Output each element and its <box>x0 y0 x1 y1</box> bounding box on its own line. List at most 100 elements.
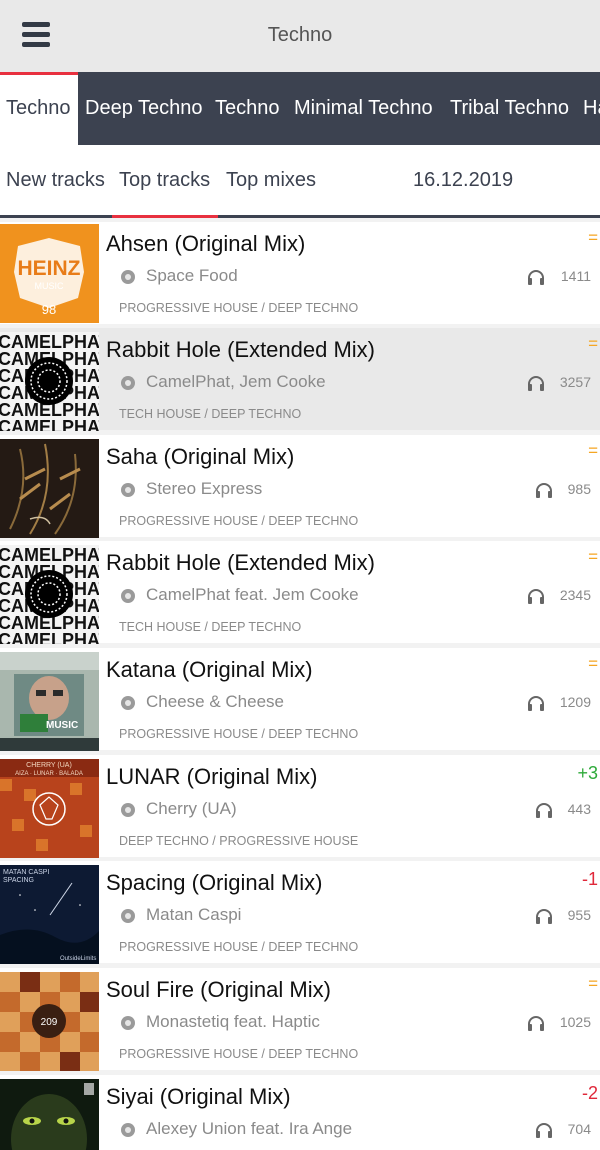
cover-art <box>0 439 99 538</box>
track-title: Saha (Original Mix) <box>106 444 295 469</box>
cover-spacing-label: OutsideLimits <box>60 956 96 962</box>
headphones-icon <box>528 270 544 285</box>
artist-icon <box>121 483 135 497</box>
rank-change: -1 <box>581 869 598 889</box>
rank-change: = <box>588 334 598 353</box>
genre-tab-techno[interactable]: Techno <box>0 72 78 145</box>
track-artist[interactable]: Alexey Union feat. Ira Ange <box>146 1119 352 1139</box>
headphones-icon <box>528 376 544 391</box>
cover-spacing-artist: MATAN CASPI <box>3 869 49 876</box>
rank-change: -2 <box>581 1083 598 1103</box>
play-count: 2345 <box>559 587 591 603</box>
play-count: 443 <box>567 801 591 817</box>
cover-heinz-subtext: MUSIC <box>35 281 65 291</box>
cover-art: CAMELPHAT CAMELPHAT CAMELPHAT CAMELPHAT … <box>0 332 99 431</box>
cover-lunar-artist: CHERRY (UA) <box>26 762 72 769</box>
track-row[interactable]: 209 Soul Fire (Original Mix) Monastetiq … <box>0 968 600 1071</box>
artist-icon <box>121 1123 135 1137</box>
track-artist[interactable]: CamelPhat, Jem Cooke <box>146 372 326 392</box>
genre-tab-minimal-techno[interactable]: Minimal Techno <box>294 72 433 145</box>
app-bar: Techno <box>0 0 600 72</box>
chart-tabs: New tracks Top tracks Top mixes 16.12.20… <box>0 145 600 218</box>
cover-lunar-titles: AIZA · LUNAR · BALADA <box>15 771 83 777</box>
tab-new-tracks[interactable]: New tracks <box>6 145 105 215</box>
cover-art: 209 <box>0 972 99 1071</box>
track-artist[interactable]: Cheese & Cheese <box>146 692 284 712</box>
play-count: 985 <box>567 481 591 497</box>
rank-change: = <box>588 228 598 247</box>
rank-change: = <box>588 547 598 566</box>
track-row[interactable]: CHERRY (UA) AIZA · LUNAR · BALADA LUNAR … <box>0 755 600 858</box>
artist-icon <box>121 589 135 603</box>
genre-tabs: Techno Deep Techno Techno Minimal Techno… <box>0 72 600 145</box>
track-genres: PROGRESSIVE HOUSE / DEEP TECHNO <box>119 1047 359 1061</box>
track-title: Soul Fire (Original Mix) <box>106 977 331 1002</box>
rank-change: = <box>588 441 598 460</box>
cover-camelphat-text: CAMELPHAT <box>0 417 99 431</box>
track-title: Spacing (Original Mix) <box>106 870 323 895</box>
track-artist[interactable]: Space Food <box>146 266 238 286</box>
track-genres: PROGRESSIVE HOUSE / DEEP TECHNO <box>119 940 359 954</box>
genre-tab-ha[interactable]: Ha <box>583 72 600 145</box>
play-count: 955 <box>567 907 591 923</box>
play-count: 3257 <box>559 374 591 390</box>
page-title: Techno <box>267 24 333 46</box>
headphones-icon <box>528 696 544 711</box>
track-genres: PROGRESSIVE HOUSE / DEEP TECHNO <box>119 727 359 741</box>
track-title: LUNAR (Original Mix) <box>106 764 318 789</box>
track-genres: DEEP TECHNO / PROGRESSIVE HOUSE <box>119 834 359 848</box>
tab-top-mixes[interactable]: Top mixes <box>226 145 316 215</box>
play-count: 704 <box>567 1121 591 1137</box>
genre-tab-deep-techno[interactable]: Deep Techno <box>85 72 203 145</box>
track-row[interactable]: MATAN CASPI SPACING OutsideLimits Spacin… <box>0 861 600 964</box>
track-title: Katana (Original Mix) <box>106 657 313 682</box>
artist-icon <box>121 909 135 923</box>
headphones-icon <box>536 1123 552 1138</box>
chart-date[interactable]: 16.12.2019 <box>413 145 513 215</box>
track-row[interactable]: Saha (Original Mix) Stereo Express PROGR… <box>0 435 600 538</box>
track-artist[interactable]: Monastetiq feat. Haptic <box>146 1012 320 1032</box>
track-genres: PROGRESSIVE HOUSE / DEEP TECHNO <box>119 514 359 528</box>
cover-art: CAMELPHAT CAMELPHAT CAMELPHAT CAMELPHAT … <box>0 545 99 644</box>
cover-spacing-title: SPACING <box>3 877 34 884</box>
rank-change: +3 <box>577 763 598 783</box>
artist-icon <box>121 376 135 390</box>
track-row[interactable]: CAMELPHAT CAMELPHAT CAMELPHAT CAMELPHAT … <box>0 328 600 431</box>
track-artist[interactable]: Cherry (UA) <box>146 799 237 819</box>
cover-art <box>0 1079 99 1150</box>
genre-tab-tribal-techno[interactable]: Tribal Techno <box>450 72 569 145</box>
headphones-icon <box>536 803 552 818</box>
artist-icon <box>121 1016 135 1030</box>
track-title: Rabbit Hole (Extended Mix) <box>106 550 376 575</box>
track-row[interactable]: CAMELPHAT CAMELPHAT CAMELPHAT CAMELPHAT … <box>0 541 600 644</box>
headphones-icon <box>528 589 544 604</box>
cover-katana-text: MUSIC <box>46 720 78 731</box>
artist-icon <box>121 803 135 817</box>
cover-art: MATAN CASPI SPACING OutsideLimits <box>0 865 99 964</box>
cover-art: CHERRY (UA) AIZA · LUNAR · BALADA <box>0 759 99 858</box>
headphones-icon <box>536 909 552 924</box>
play-count: 1025 <box>559 1014 591 1030</box>
play-count: 1209 <box>559 694 591 710</box>
track-genres: TECH HOUSE / DEEP TECHNO <box>119 407 302 421</box>
track-title: Ahsen (Original Mix) <box>106 231 306 256</box>
cover-heinz-text: HEINZ <box>18 257 81 280</box>
track-genres: TECH HOUSE / DEEP TECHNO <box>119 620 302 634</box>
track-row[interactable]: Siyai (Original Mix) Alexey Union feat. … <box>0 1075 600 1150</box>
artist-icon <box>121 270 135 284</box>
headphones-icon <box>536 483 552 498</box>
cover-art: MUSIC <box>0 652 99 751</box>
tab-top-tracks[interactable]: Top tracks <box>112 145 218 218</box>
rank-change: = <box>588 654 598 673</box>
artist-icon <box>121 696 135 710</box>
track-artist[interactable]: Stereo Express <box>146 479 262 499</box>
cover-camelphat-text: CAMELPHAT <box>0 630 99 644</box>
track-row[interactable]: HEINZ MUSIC 98 Ahsen (Original Mix) Spac… <box>0 222 600 324</box>
cover-art: HEINZ MUSIC 98 <box>0 224 99 323</box>
track-artist[interactable]: Matan Caspi <box>146 905 241 925</box>
play-count: 1411 <box>560 268 591 284</box>
track-artist[interactable]: CamelPhat feat. Jem Cooke <box>146 585 359 605</box>
genre-tab-techno-2[interactable]: Techno <box>215 72 280 145</box>
track-row[interactable]: MUSIC Katana (Original Mix) Cheese & Che… <box>0 648 600 751</box>
headphones-icon <box>528 1016 544 1031</box>
